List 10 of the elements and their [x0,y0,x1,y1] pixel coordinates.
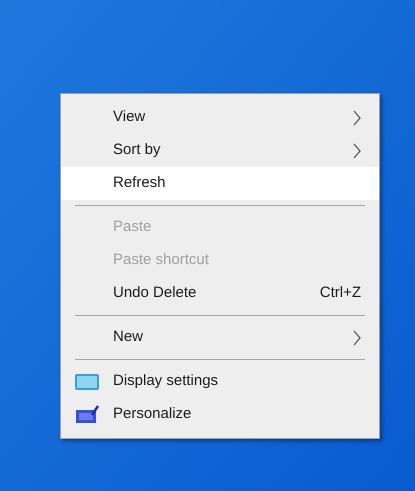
monitor-icon [75,374,99,390]
menu-item[interactable]: Personalize [61,398,379,431]
menu-item[interactable]: Sort by [61,134,379,167]
shortcut-text: Ctrl+Z [320,283,361,304]
menu-item[interactable]: New [61,321,379,354]
monitor-brush-icon [75,404,99,424]
menu-item[interactable]: View [61,101,379,134]
menu-item[interactable]: Refresh [61,167,379,200]
menu-item[interactable]: Display settings [61,365,379,398]
menu-item[interactable]: Undo Delete Ctrl+Z [61,277,379,310]
